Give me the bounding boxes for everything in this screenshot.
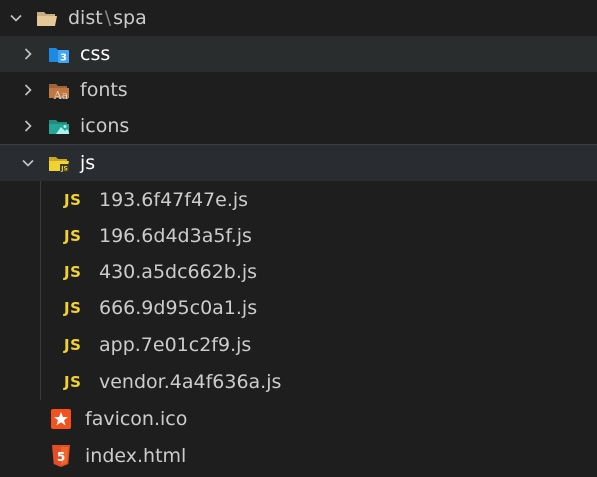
svg-text:JS: JS — [60, 166, 68, 173]
tree-item-css-folder[interactable]: 3 css — [0, 36, 597, 72]
js-file-icon: JS — [64, 336, 82, 354]
tree-item-js-file[interactable]: JS 193.6f47f47e.js — [0, 182, 597, 218]
tree-item-label: favicon.ico — [85, 408, 188, 430]
tree-item-fonts-folder[interactable]: Aa fonts — [0, 72, 597, 108]
tree-item-label: app.7e01c2f9.js — [99, 334, 252, 356]
chevron-right-icon[interactable] — [18, 80, 38, 100]
tree-item-label: vendor.4a4f636a.js — [99, 371, 282, 393]
chevron-down-icon[interactable] — [18, 153, 38, 173]
tree-item-label: 193.6f47f47e.js — [99, 189, 249, 211]
images-folder-icon — [46, 115, 72, 137]
tree-item-js-file[interactable]: JS app.7e01c2f9.js — [0, 327, 597, 363]
fonts-folder-icon: Aa — [46, 79, 72, 101]
tree-item-index-html-file[interactable]: 5 index.html — [0, 438, 597, 474]
tree-item-favicon-file[interactable]: favicon.ico — [0, 401, 597, 437]
tree-item-js-file[interactable]: JS vendor.4a4f636a.js — [0, 364, 597, 400]
tree-item-label: 430.a5dc662b.js — [99, 261, 258, 283]
tree-item-js-file[interactable]: JS 196.6d4d3a5f.js — [0, 218, 597, 254]
tree-item-icons-folder[interactable]: icons — [0, 108, 597, 144]
tree-item-label: icons — [80, 115, 130, 137]
chevron-down-icon[interactable] — [6, 8, 26, 28]
tree-item-label: 666.9d95c0a1.js — [99, 297, 258, 319]
svg-text:Aa: Aa — [53, 89, 69, 100]
file-explorer-tree: dist \ spa 3 css Aa fonts icons JS js JS… — [0, 0, 597, 477]
js-file-icon: JS — [64, 373, 82, 391]
tree-item-js-file[interactable]: JS 666.9d95c0a1.js — [0, 290, 597, 326]
tree-item-dist-spa[interactable]: dist \ spa — [0, 0, 597, 36]
js-file-icon: JS — [64, 263, 82, 281]
chevron-right-icon[interactable] — [18, 44, 38, 64]
css-folder-icon: 3 — [46, 43, 72, 65]
html5-icon: 5 — [48, 445, 74, 467]
tree-item-js-folder[interactable]: JS js — [0, 144, 597, 181]
tree-item-label: css — [80, 43, 111, 65]
tree-item-label: index.html — [85, 445, 187, 467]
chevron-right-icon[interactable] — [18, 116, 38, 136]
tree-item-label: 196.6d4d3a5f.js — [99, 225, 252, 247]
js-file-icon: JS — [64, 299, 82, 317]
star-favicon-icon — [48, 408, 74, 430]
tree-item-label: js — [80, 152, 96, 174]
folder-open-icon — [34, 7, 60, 29]
svg-text:3: 3 — [60, 53, 67, 64]
tree-item-label: fonts — [80, 79, 128, 101]
js-file-icon: JS — [64, 191, 82, 209]
tree-item-label: dist \ spa — [68, 7, 147, 29]
svg-text:5: 5 — [57, 450, 65, 464]
js-folder-open-icon: JS — [46, 152, 72, 174]
tree-item-js-file[interactable]: JS 430.a5dc662b.js — [0, 254, 597, 290]
js-file-icon: JS — [64, 227, 82, 245]
